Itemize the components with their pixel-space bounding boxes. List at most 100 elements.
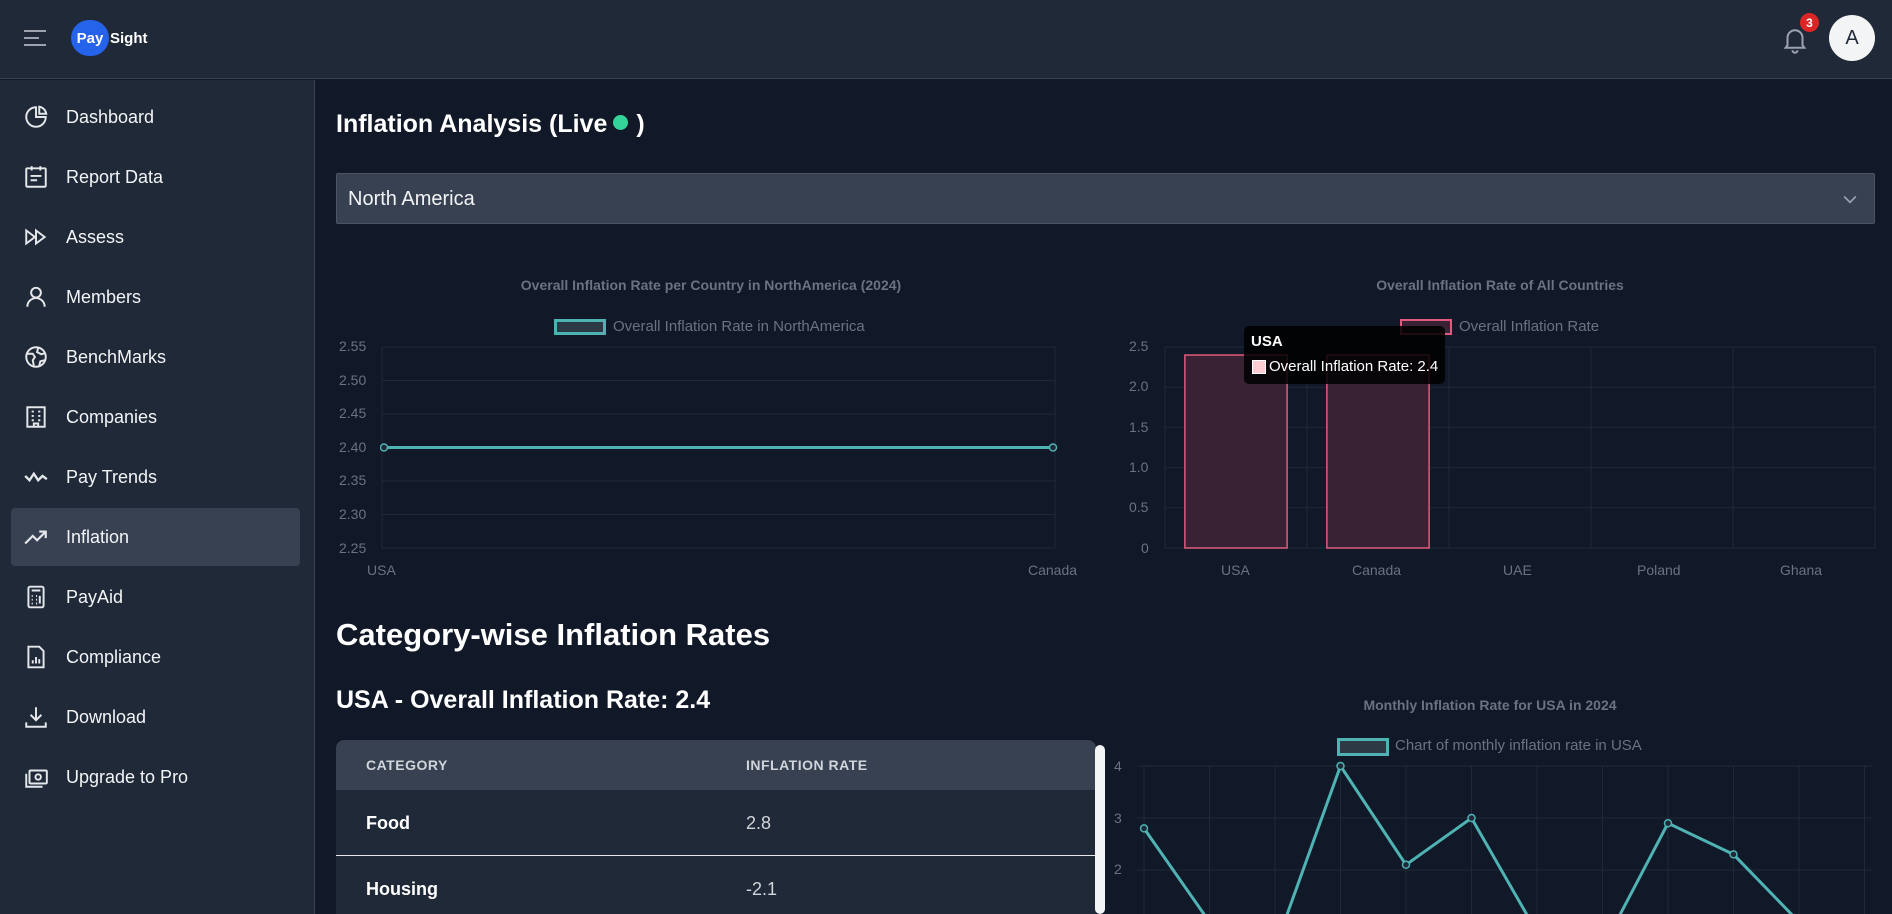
chart3-title: Monthly Inflation Rate for USA in 2024 xyxy=(1363,697,1617,713)
chart3-point xyxy=(1401,860,1411,870)
logo-pay: Pay xyxy=(76,29,104,47)
category-heading: Category-wise Inflation Rates xyxy=(336,617,771,652)
chart1-ytick: 2.45 xyxy=(339,405,367,421)
document-chart-icon xyxy=(27,645,45,669)
avatar[interactable]: A xyxy=(1829,15,1875,61)
chart3-ytick: 4 xyxy=(1114,758,1122,774)
chart2-xtick: Poland xyxy=(1637,562,1681,578)
sidebar-item-report-data[interactable]: Report Data xyxy=(11,148,300,206)
chart2-ytick: 2.0 xyxy=(1129,378,1149,394)
chart3-ytick: 3 xyxy=(1114,810,1122,826)
sidebar-item-label: Members xyxy=(66,286,142,307)
sidebar-item-inflation[interactable]: Inflation xyxy=(11,508,300,566)
fast-forward-icon xyxy=(25,228,47,246)
report-icon xyxy=(25,166,47,188)
menu-icon[interactable] xyxy=(24,28,48,48)
sidebar-item-label: Upgrade to Pro xyxy=(66,766,189,787)
chart1-ytick: 2.30 xyxy=(339,506,367,522)
table-cell-category: Food xyxy=(366,813,410,833)
chart1-ytick: 2.50 xyxy=(339,372,367,388)
chart2-ytick: 1.5 xyxy=(1129,419,1149,435)
chevron-down-icon xyxy=(1843,195,1857,204)
chart1-ytick: 2.25 xyxy=(339,540,367,556)
sidebar-item-label: Download xyxy=(66,706,147,727)
sidebar-item-assess[interactable]: Assess xyxy=(11,208,300,266)
chart1-ytick: 2.35 xyxy=(339,472,367,488)
sidebar-item-label: Assess xyxy=(66,226,125,247)
sidebar-item-dashboard[interactable]: Dashboard xyxy=(11,88,300,146)
sidebar-item-compliance[interactable]: Compliance xyxy=(11,628,300,686)
sidebar-item-label: Compliance xyxy=(66,646,162,667)
sidebar-item-label: Dashboard xyxy=(66,106,155,127)
tooltip-text: Overall Inflation Rate: 2.4 xyxy=(1269,358,1439,375)
top-bar: Pay Sight 3 A xyxy=(0,0,1892,79)
chart2-ytick: 2.5 xyxy=(1129,338,1149,354)
table-scrollbar[interactable] xyxy=(1095,745,1105,914)
country-heading: USA - Overall Inflation Rate: 2.4 xyxy=(336,686,711,714)
chart2-xtick: Ghana xyxy=(1780,562,1823,578)
page-title-close: ) xyxy=(636,110,645,138)
sidebar-item-members[interactable]: Members xyxy=(11,268,300,326)
sidebar-item-label: Report Data xyxy=(66,166,164,187)
chart2-xtick: Canada xyxy=(1352,562,1402,578)
live-indicator xyxy=(613,115,629,130)
sidebar-item-companies[interactable]: Companies xyxy=(11,388,300,446)
sidebar-item-label: Companies xyxy=(66,406,158,427)
chart3-point xyxy=(1336,761,1345,771)
trending-up-icon xyxy=(24,530,47,545)
chart2-legend-label[interactable]: Overall Inflation Rate xyxy=(1459,318,1599,335)
sidebar-item-payaid[interactable]: PayAid xyxy=(11,568,300,626)
chart2-ytick: 1.0 xyxy=(1129,459,1149,475)
table-row: Food 2.8 xyxy=(336,790,1096,856)
chart3-legend-label[interactable]: Chart of monthly inflation rate in USA xyxy=(1395,737,1642,754)
upgrade-icon xyxy=(25,769,48,788)
logo-sight: Sight xyxy=(110,29,148,47)
chart2-xtick: USA xyxy=(1221,562,1250,578)
chart1-point xyxy=(1048,443,1058,452)
download-icon xyxy=(25,707,47,728)
pie-chart-icon xyxy=(25,105,48,128)
chart3-ytick: 2 xyxy=(1114,861,1122,877)
chart1-point xyxy=(380,443,389,452)
chart3-point xyxy=(1729,850,1738,859)
chart1-legend-label[interactable]: Overall Inflation Rate in NorthAmerica xyxy=(613,318,865,335)
chart3-legend-swatch[interactable] xyxy=(1337,738,1389,756)
chart2-ytick: 0 xyxy=(1141,540,1149,556)
chart1-legend-swatch[interactable] xyxy=(554,319,606,335)
chart1-xtick: USA xyxy=(367,562,396,578)
chart3-point xyxy=(1139,824,1149,833)
page-title: Inflation Analysis (Live) xyxy=(336,110,645,139)
chart3-point xyxy=(1467,813,1476,823)
table-row: Housing -2.1 xyxy=(336,856,1096,914)
building-icon xyxy=(26,406,46,428)
logo[interactable]: Pay Sight xyxy=(71,20,148,56)
sidebar-item-download[interactable]: Download xyxy=(11,688,300,746)
region-select[interactable]: North America xyxy=(336,173,1875,224)
table-header-rate: INFLATION RATE xyxy=(746,757,868,773)
globe-icon xyxy=(25,346,47,368)
chart2-title: Overall Inflation Rate of All Countries xyxy=(1376,277,1624,293)
chart1-ytick: 2.55 xyxy=(339,338,367,354)
table-header-category: CATEGORY xyxy=(366,757,448,773)
table-cell-rate: -2.1 xyxy=(746,879,778,899)
sidebar-item-pay-trends[interactable]: Pay Trends xyxy=(11,448,300,506)
chart2-ytick: 0.5 xyxy=(1129,499,1149,515)
table-cell-rate: 2.8 xyxy=(746,813,772,833)
region-select-value: North America xyxy=(348,188,475,210)
notification-badge: 3 xyxy=(1800,13,1819,32)
chart1-title: Overall Inflation Rate per Country in No… xyxy=(520,277,902,293)
table-header: CATEGORY INFLATION RATE xyxy=(336,740,1096,790)
sidebar-item-label: Pay Trends xyxy=(66,466,158,487)
chart1-ytick: 2.40 xyxy=(339,439,367,455)
chart1-plot xyxy=(380,346,1058,549)
chart2-xtick: UAE xyxy=(1503,562,1532,578)
chart1-xtick: Canada xyxy=(1028,562,1078,578)
chart-tooltip: USA Overall Inflation Rate: 2.4 xyxy=(1244,326,1445,384)
sidebar-item-upgrade[interactable]: Upgrade to Pro xyxy=(11,748,300,806)
tooltip-swatch xyxy=(1252,360,1266,374)
sidebar-item-label: Inflation xyxy=(66,526,130,547)
sidebar: Dashboard Report Data Assess Members Ben… xyxy=(0,80,315,914)
tooltip-title: USA xyxy=(1251,333,1283,350)
sidebar-item-label: BenchMarks xyxy=(66,346,167,367)
sidebar-item-benchmarks[interactable]: BenchMarks xyxy=(11,328,300,386)
